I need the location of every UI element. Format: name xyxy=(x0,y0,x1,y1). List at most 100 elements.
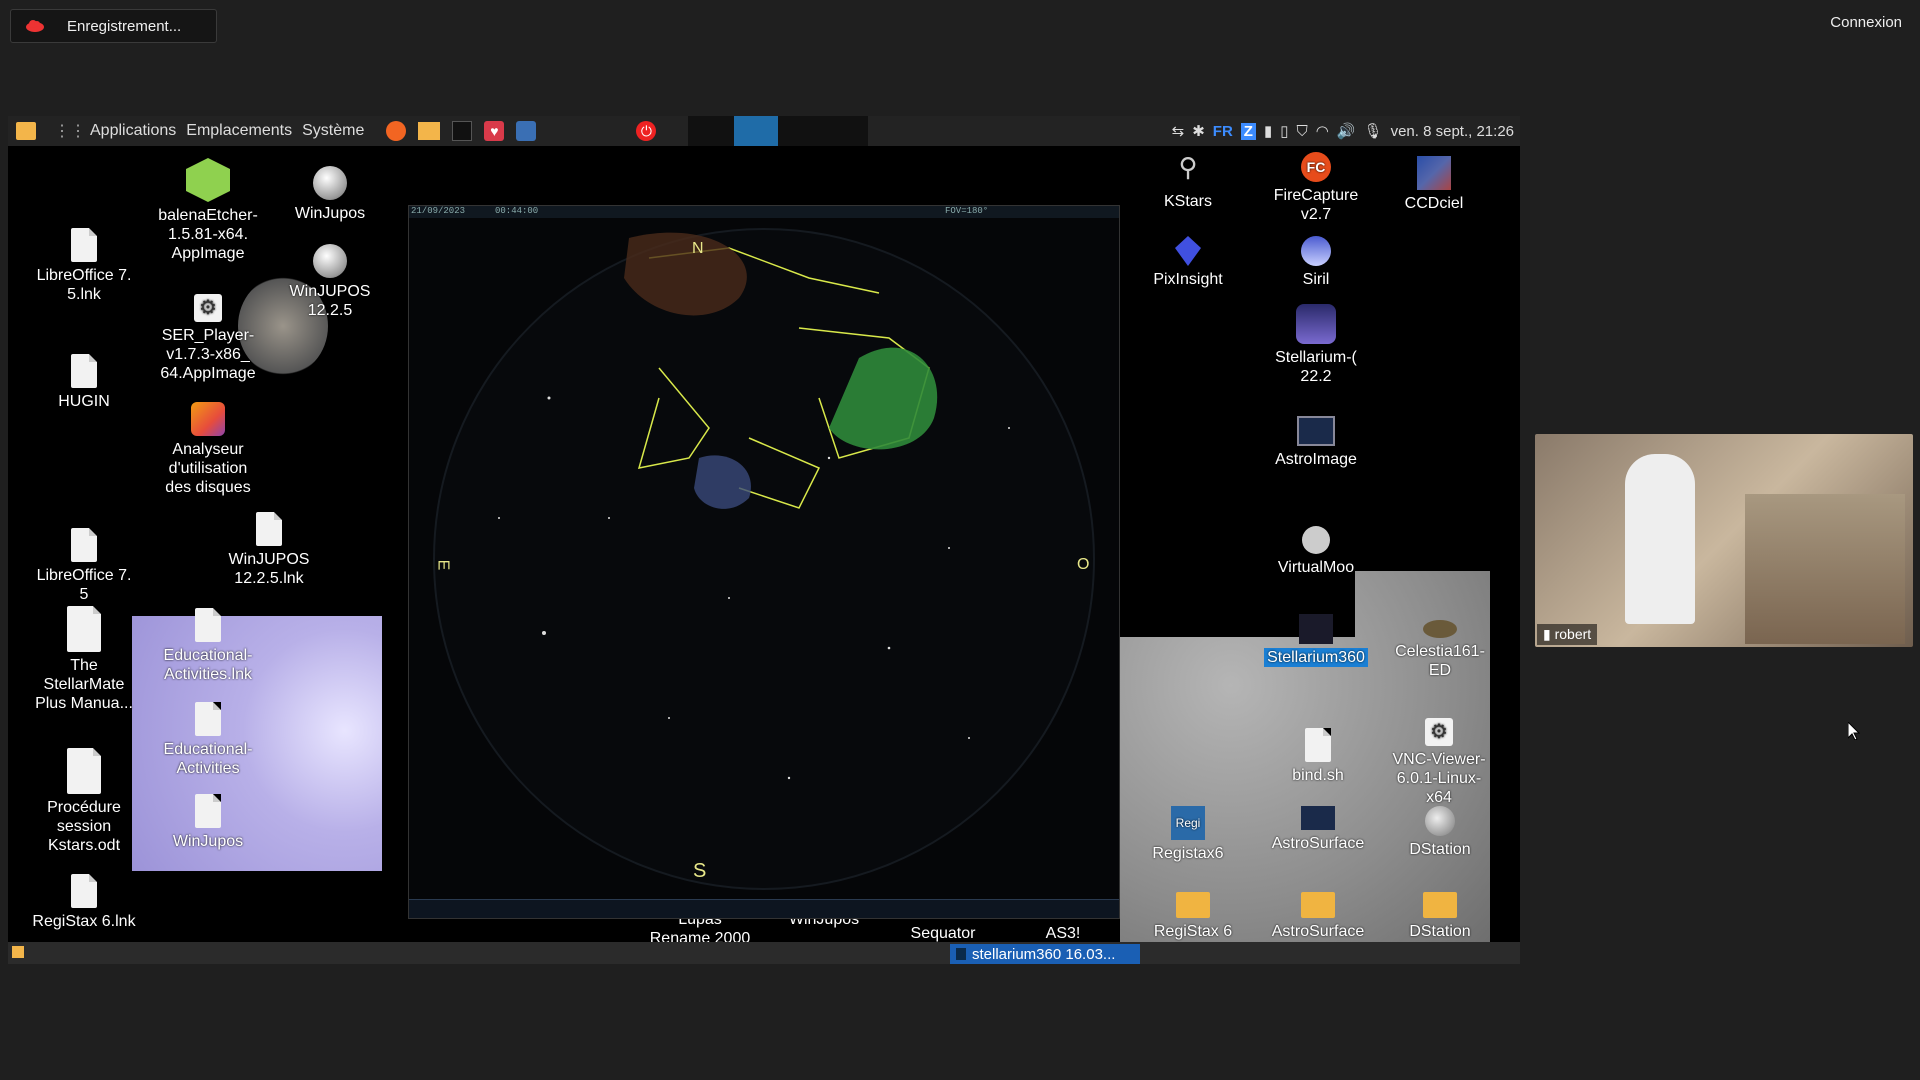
zoom-icon[interactable]: Z xyxy=(1240,122,1256,140)
desktop-icon-bind-sh[interactable]: bind.sh xyxy=(1258,728,1378,785)
desktop-icon-ser-player[interactable]: ⚙ SER_Player- v1.7.3-x86_ 64.AppImage xyxy=(140,294,276,383)
recording-indicator[interactable]: Enregistrement... xyxy=(10,9,217,43)
desktop-icon-registax6[interactable]: Regi Registax6 xyxy=(1138,806,1238,863)
desktop-icon-sequator[interactable]: Sequator xyxy=(888,924,998,943)
home-icon[interactable] xyxy=(16,122,36,140)
document-icon xyxy=(195,608,221,642)
cloud-record-icon xyxy=(25,19,45,33)
desktop-icon-winjupos-1225[interactable]: WinJUPOS 12.2.5 xyxy=(270,244,390,320)
globe-icon xyxy=(313,244,347,278)
connexion-button[interactable]: Connexion xyxy=(1830,14,1902,31)
microphone-icon[interactable]: 🎙 xyxy=(1364,122,1383,140)
document-icon xyxy=(195,702,221,736)
stellarium-toolbar[interactable] xyxy=(409,899,1119,918)
desktop-icon-astroimage[interactable]: AstroImage xyxy=(1256,416,1376,469)
stellarium-icon xyxy=(1299,614,1333,644)
desktop-icon-winjupos-lnk[interactable]: WinJUPOS 12.2.5.lnk xyxy=(204,512,334,588)
menu-systeme[interactable]: Système xyxy=(302,122,364,140)
desktop-folder-astrosurface[interactable]: AstroSurface xyxy=(1258,892,1378,941)
desktop-icon-pixinsight[interactable]: PixInsight xyxy=(1138,236,1238,289)
desktop-icon-virtualmoon[interactable]: VirtualMoo xyxy=(1256,526,1376,577)
participant-name-tag: ▮ robert xyxy=(1537,624,1598,645)
celestia-icon xyxy=(1423,620,1457,638)
keyboard-layout-indicator[interactable]: FR xyxy=(1213,123,1233,140)
desktop-icon-stellarium-222[interactable]: Stellarium-( 22.2 xyxy=(1256,304,1376,386)
desktop-icon-hugin[interactable]: HUGIN xyxy=(24,354,144,411)
folder-icon xyxy=(1301,892,1335,918)
stellarium-icon xyxy=(1296,304,1336,344)
files-icon[interactable] xyxy=(418,122,441,140)
desktop-folder-dstation[interactable]: DStation xyxy=(1380,892,1500,941)
desktop-icon-educational[interactable]: Educational- Activities xyxy=(140,702,276,778)
cardinal-west: O xyxy=(1077,556,1090,573)
sky-view[interactable] xyxy=(409,218,1119,900)
battery-icon[interactable]: ▮ xyxy=(1264,122,1272,140)
globe-icon xyxy=(313,166,347,200)
desktop-icon-libreoffice-lnk[interactable]: LibreOffice 7. 5.lnk xyxy=(24,228,144,304)
document-icon xyxy=(67,748,101,794)
desktop-icon-as3[interactable]: AS3! xyxy=(1008,924,1118,943)
clock[interactable]: ven. 8 sept., 21:26 xyxy=(1391,123,1514,140)
power-icon[interactable]: ⏻ xyxy=(636,121,657,141)
gear-icon: ⚙ xyxy=(1425,718,1453,746)
moon-icon xyxy=(1302,526,1330,554)
desktop-icon-astrosurface[interactable]: AstroSurface xyxy=(1258,806,1378,853)
document-icon xyxy=(67,606,101,652)
desktop-icon-siril[interactable]: Siril xyxy=(1266,236,1366,289)
wifi-icon[interactable]: ◠ xyxy=(1316,122,1329,140)
volume-icon[interactable]: 🔊 xyxy=(1337,122,1356,140)
stellarium-window[interactable]: 21/09/2023 00:44:00 FOV=180° N S E O xyxy=(408,205,1120,919)
desktop-icon-winjupos[interactable]: WinJupos xyxy=(270,166,390,223)
desktop-icon-registax-lnk[interactable]: RegiStax 6.lnk xyxy=(24,874,144,931)
siril-icon xyxy=(1301,236,1331,266)
screenshot-icon[interactable] xyxy=(516,121,537,141)
monitor-icon xyxy=(1297,416,1335,446)
folder-icon xyxy=(1423,892,1457,918)
participant-video[interactable]: ▮ robert xyxy=(1535,434,1913,647)
workspace-2[interactable] xyxy=(788,116,868,146)
disk-usage-icon xyxy=(191,402,225,436)
planet-icon xyxy=(1425,806,1455,836)
mouse-cursor-icon xyxy=(1848,722,1860,740)
desktop-icon-balenaetcher[interactable]: balenaEtcher- 1.5.81-x64. AppImage xyxy=(140,158,276,263)
cardinal-south: S xyxy=(693,860,707,882)
desktop-icon-procedure-session[interactable]: Procédure session Kstars.odt xyxy=(24,748,144,855)
show-desktop-icon[interactable] xyxy=(12,946,24,958)
menu-emplacements[interactable]: Emplacements xyxy=(186,122,292,140)
desktop-icon-libreoffice[interactable]: LibreOffice 7. 5 xyxy=(24,528,144,604)
workspace-active[interactable] xyxy=(734,116,778,146)
terminal-icon[interactable] xyxy=(452,121,473,141)
folder-icon xyxy=(1176,892,1210,918)
desktop-icon-stellarium360[interactable]: Stellarium360 xyxy=(1248,614,1384,667)
desktop-icon-firecapture[interactable]: FC FireCapture v2.7 xyxy=(1256,152,1376,224)
menu-applications[interactable]: Applications xyxy=(90,122,176,140)
desktop-icon-vnc-viewer[interactable]: ⚙ VNC-Viewer- 6.0.1-Linux- x64 xyxy=(1374,718,1504,807)
network-switch-icon[interactable]: ⇆ xyxy=(1172,122,1185,140)
desktop-icon-winjupos-doc[interactable]: WinJupos xyxy=(140,794,276,851)
taskbar-stellarium360[interactable]: stellarium360 16.03... xyxy=(950,944,1140,964)
stellarium-fov: FOV=180° xyxy=(945,206,989,216)
desktop-icon-educational-lnk[interactable]: Educational- Activities.lnk xyxy=(140,608,276,684)
heart-app-icon[interactable]: ♥ xyxy=(484,121,505,141)
document-icon xyxy=(71,354,97,388)
clipboard-icon[interactable]: ▯ xyxy=(1280,122,1288,140)
shared-desktop: ⋮⋮ Applications Emplacements Système ♥ ⏻… xyxy=(8,116,1520,964)
cardinal-north: N xyxy=(692,240,704,257)
firefox-icon[interactable] xyxy=(386,121,407,141)
desktop-icon-celestia[interactable]: Celestia161- ED xyxy=(1380,620,1500,680)
desktop-icon-ccdciel[interactable]: CCDciel xyxy=(1384,156,1484,213)
gear-icon: ⚙ xyxy=(194,294,222,322)
audience-area xyxy=(1745,494,1905,644)
desktop-icon-disk-usage[interactable]: Analyseur d'utilisation des disques xyxy=(140,402,276,497)
bottom-taskbar xyxy=(8,942,1520,964)
desktop-folder-registax[interactable]: RegiStax 6 xyxy=(1138,892,1248,941)
shield-icon[interactable]: ⛉ xyxy=(1296,123,1307,140)
desktop-icon-stellarmate-manual[interactable]: The StellarMate Plus Manua... xyxy=(24,606,144,713)
desktop-icon-kstars[interactable]: ⚲ KStars xyxy=(1138,154,1238,211)
cardinal-east: E xyxy=(434,559,452,571)
window-icon xyxy=(956,948,966,960)
desktop-icon-dstation[interactable]: DStation xyxy=(1380,806,1500,859)
stellarium-date: 21/09/2023 xyxy=(411,206,466,216)
document-icon xyxy=(71,874,97,908)
bluetooth-icon[interactable]: ✱ xyxy=(1192,122,1205,140)
